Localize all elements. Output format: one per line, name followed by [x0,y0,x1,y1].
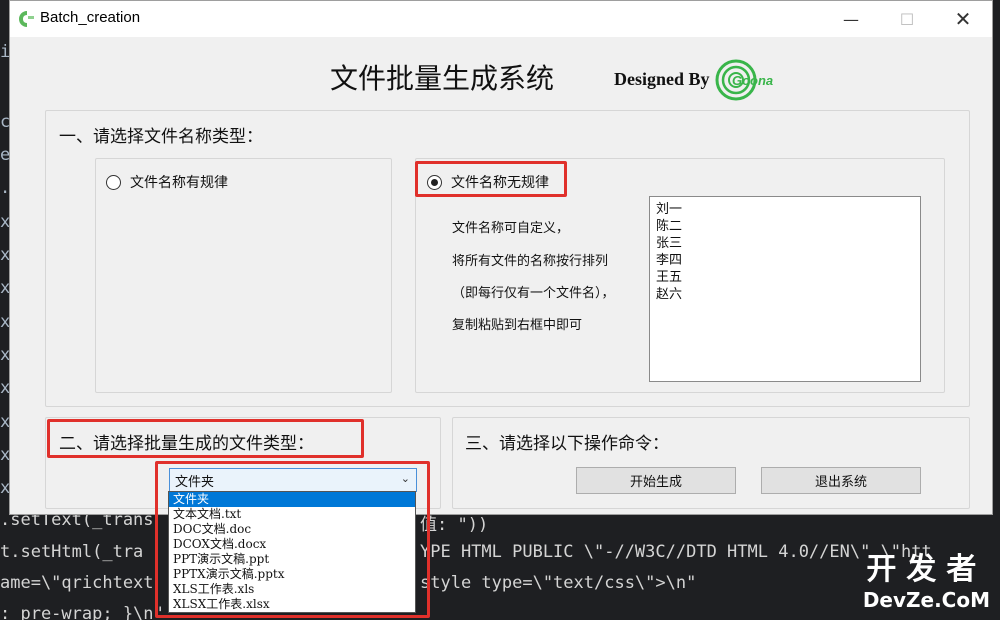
app-window: Batch_creation — ☐ ✕ 文件批量生成系统 Designed B… [9,0,993,515]
annotation-highlight [415,161,567,197]
annotation-highlight [155,461,430,618]
name-entry: 赵六 [656,287,683,302]
minimize-button[interactable]: — [828,1,874,37]
code-line: ame=\"qrichtext [0,573,154,593]
window-title: Batch_creation [40,9,141,26]
radio-button[interactable] [106,174,121,190]
logo-text: Goona [732,73,773,88]
code-line: style type=\"text/css\">\n" [420,573,697,593]
description-line: 将所有文件的名称按行排列 [452,254,609,269]
close-button[interactable]: ✕ [940,1,986,37]
designed-by-label: Designed By [614,69,710,89]
section1-label: 一、请选择文件名称类型： [59,127,263,147]
radio-regular-names[interactable]: 文件名称有规律 [106,172,228,192]
exit-system-button[interactable]: 退出系统 [761,467,921,494]
start-generation-button[interactable]: 开始生成 [576,467,736,494]
regular-name-panel [95,158,392,393]
description-line: 文件名称可自定义， [452,221,570,236]
name-entry: 王五 [656,270,683,285]
annotation-highlight [47,419,364,458]
code-line: t.setHtml(_tra [0,542,144,562]
name-entry: 陈二 [656,219,683,234]
name-entry: 李四 [656,253,683,268]
name-entry: 刘一 [656,202,683,217]
watermark-en: DevZe.CoM [862,588,990,612]
radio-label: 文件名称有规律 [130,175,228,191]
name-entry: 张三 [656,236,683,251]
section3-label: 三、请选择以下操作命令： [465,434,669,454]
watermark: 开发者 DevZe.CoM [863,544,990,612]
file-names-textarea[interactable]: 刘一 陈二 张三 李四 王五 赵六 [649,196,921,382]
code-line: : pre-wrap; }\n" [0,604,164,620]
goona-logo: Goona [715,59,773,101]
app-icon [19,11,34,27]
code-line: YPE HTML PUBLIC \"-//W3C//DTD HTML 4.0//… [420,542,932,562]
page-title: 文件批量生成系统 [330,62,555,95]
maximize-button[interactable]: ☐ [884,1,930,37]
description-line: 复制粘贴到右框中即可 [452,318,583,333]
description-line: （即每行仅有一个文件名）， [452,286,615,301]
title-bar[interactable]: Batch_creation — ☐ ✕ [10,1,992,37]
watermark-cn: 开发者 [866,552,987,587]
